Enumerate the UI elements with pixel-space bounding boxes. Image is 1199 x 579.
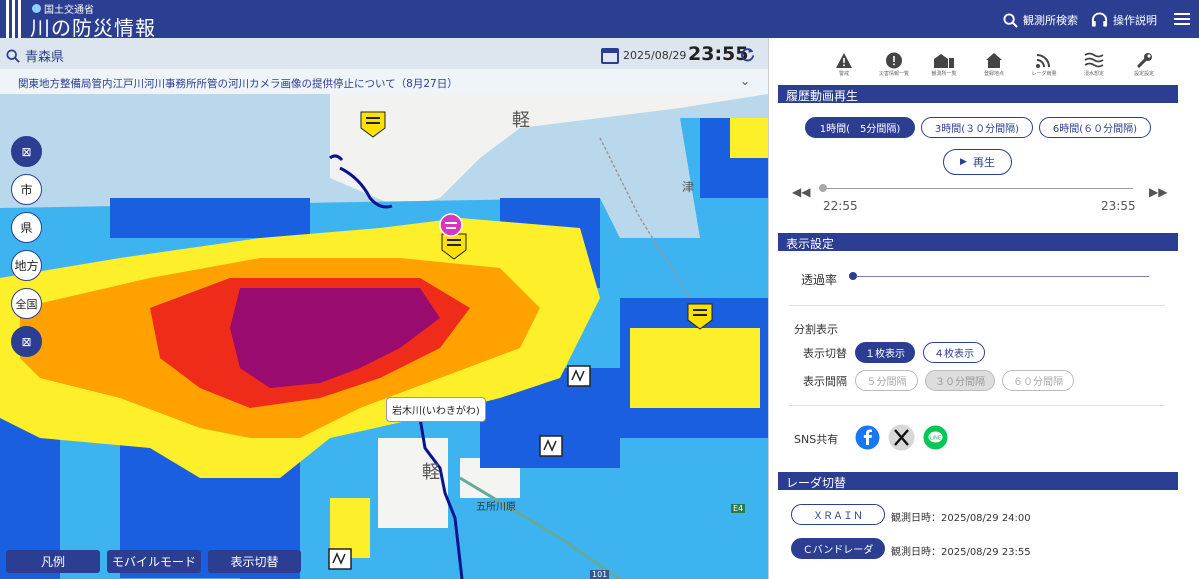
legend-button[interactable]: 凡例 bbox=[6, 550, 100, 573]
single-view-button[interactable]: １枚表示 bbox=[855, 342, 915, 363]
radar-switch-header: レーダ切替 bbox=[778, 472, 1178, 490]
highway-sign: E4 bbox=[731, 504, 746, 513]
camera-marker-icon[interactable] bbox=[328, 548, 352, 570]
map-place-label: 軽 bbox=[422, 462, 440, 483]
map-topbar: 青森県 2025/08/29 23:55 bbox=[0, 38, 768, 69]
play-button[interactable]: ▶ 再生 bbox=[943, 149, 1012, 175]
interval-3h-button[interactable]: 3時間(３０分間隔) bbox=[921, 117, 1033, 138]
quad-view-button[interactable]: ４枚表示 bbox=[923, 342, 985, 363]
scale-region-button[interactable]: 地方 bbox=[11, 250, 42, 281]
interval-30min-button[interactable]: ３０分間隔 bbox=[925, 370, 995, 391]
help-button[interactable]: 操作説明 bbox=[1091, 12, 1157, 28]
display-settings-header: 表示設定 bbox=[778, 233, 1178, 251]
display-interval-label: 表示間隔 bbox=[803, 375, 847, 388]
display-toggle-button[interactable]: 表示切替 bbox=[208, 550, 301, 573]
timeline-start-time: 22:55 bbox=[823, 199, 858, 213]
route-sign: 101 bbox=[590, 570, 610, 579]
refresh-icon[interactable] bbox=[740, 47, 755, 62]
interval-5min-button[interactable]: ５分間隔 bbox=[855, 370, 918, 391]
scale-prefecture-button[interactable]: 県 bbox=[11, 212, 42, 243]
split-display-heading: 分割表示 bbox=[794, 323, 838, 336]
station-search-button[interactable]: 観測所検索 bbox=[1003, 12, 1078, 28]
svg-text:LINE: LINE bbox=[930, 436, 941, 442]
zoom-fit-button-2[interactable]: ⊠ bbox=[11, 326, 42, 357]
river-name-tooltip: 岩木川(いわきがわ) bbox=[386, 397, 486, 422]
display-switch-label: 表示切替 bbox=[803, 347, 847, 360]
headphones-icon bbox=[1091, 12, 1108, 27]
sns-share-label: SNS共有 bbox=[794, 433, 839, 446]
app-header: 国土交通省 川の防災情報 観測所検索 操作説明 bbox=[0, 0, 1199, 41]
camera-marker-icon[interactable] bbox=[539, 435, 563, 457]
scale-city-button[interactable]: 市 bbox=[11, 174, 42, 205]
flood-waves-icon[interactable]: 浸水想定 bbox=[1069, 52, 1119, 77]
xrain-button[interactable]: ＸＲＡＩＮ bbox=[791, 504, 885, 525]
divider bbox=[789, 305, 1165, 306]
close-box-icon: ⊠ bbox=[21, 334, 32, 349]
close-box-icon: ⊠ bbox=[21, 144, 32, 159]
mobile-mode-button[interactable]: モバイルモード bbox=[107, 550, 201, 573]
observation-date: 2025/08/29 bbox=[623, 49, 687, 62]
zoom-fit-button[interactable]: ⊠ bbox=[11, 136, 42, 167]
opacity-slider-knob[interactable] bbox=[849, 272, 857, 280]
timeline-knob[interactable] bbox=[819, 184, 827, 192]
map-place-label: 五所川原 bbox=[476, 502, 516, 513]
camera-marker-icon[interactable] bbox=[567, 365, 591, 387]
opacity-label: 透過率 bbox=[801, 273, 838, 287]
radar-rain-icon[interactable]: レーダ雨量 bbox=[1019, 52, 1069, 77]
timeline-end-time: 23:55 bbox=[1101, 199, 1136, 213]
control-panel: 警戒 災害情報一覧 観測所一覧 登録地点 レーダ雨量 浸水想定 設定設定 履歴動… bbox=[768, 38, 1199, 579]
site-title[interactable]: 川の防災情報 bbox=[30, 12, 156, 41]
xrain-observed-time: 観測日時：2025/08/29 24:00 bbox=[891, 513, 1031, 524]
interval-60min-button[interactable]: ６０分間隔 bbox=[1002, 370, 1074, 391]
feature-icons: 警戒 災害情報一覧 観測所一覧 登録地点 レーダ雨量 浸水想定 設定設定 bbox=[819, 52, 1169, 77]
warning-icon[interactable]: 警戒 bbox=[819, 52, 869, 77]
rewind-icon[interactable]: ◀◀ bbox=[792, 185, 810, 199]
timeline-track[interactable] bbox=[823, 188, 1133, 189]
menu-hamburger-icon[interactable] bbox=[1174, 13, 1190, 25]
x-twitter-icon[interactable] bbox=[888, 424, 915, 451]
search-icon bbox=[1003, 12, 1018, 28]
scale-national-button[interactable]: 全国 bbox=[11, 288, 42, 319]
chevron-down-icon[interactable]: ⌄ bbox=[740, 74, 750, 88]
logo-stripes bbox=[6, 0, 21, 38]
interval-6h-button[interactable]: 6時間(６０分間隔) bbox=[1039, 117, 1151, 138]
radar-overlay bbox=[0, 94, 768, 579]
facebook-icon[interactable] bbox=[855, 425, 880, 450]
divider bbox=[789, 405, 1165, 406]
cband-observed-time: 観測日時：2025/08/29 23:55 bbox=[891, 547, 1031, 558]
interval-1h-button[interactable]: 1時間( 5分間隔) bbox=[805, 117, 915, 138]
prefecture-selector[interactable]: 青森県 bbox=[6, 46, 64, 65]
settings-wrench-icon[interactable]: 設定設定 bbox=[1119, 52, 1169, 77]
history-section-header: 履歴動画再生 bbox=[778, 85, 1178, 103]
map-place-label: 津 bbox=[682, 180, 695, 194]
station-list-icon[interactable]: 観測所一覧 bbox=[919, 52, 969, 77]
calendar-icon[interactable] bbox=[601, 47, 619, 64]
cband-radar-button[interactable]: Ｃバンドレーダ bbox=[791, 538, 885, 559]
radar-map[interactable]: 軽 軽 津 五所川原 E4 101 青森県 2025/08/29 23:55 関… bbox=[0, 38, 768, 579]
map-place-label: 軽 bbox=[512, 110, 530, 131]
opacity-slider-track[interactable] bbox=[853, 276, 1149, 277]
fast-forward-icon[interactable]: ▶▶ bbox=[1149, 185, 1167, 199]
disaster-info-icon[interactable]: 災害情報一覧 bbox=[869, 52, 919, 77]
line-icon[interactable]: LINE bbox=[923, 425, 948, 450]
play-icon: ▶ bbox=[960, 157, 967, 167]
home-icon[interactable]: 登録地点 bbox=[969, 52, 1019, 77]
notice-banner[interactable]: 関東地方整備局管内江戸川河川事務所所管の河川カメラ画像の提供停止について（8月2… bbox=[0, 69, 768, 94]
search-icon bbox=[6, 48, 20, 63]
